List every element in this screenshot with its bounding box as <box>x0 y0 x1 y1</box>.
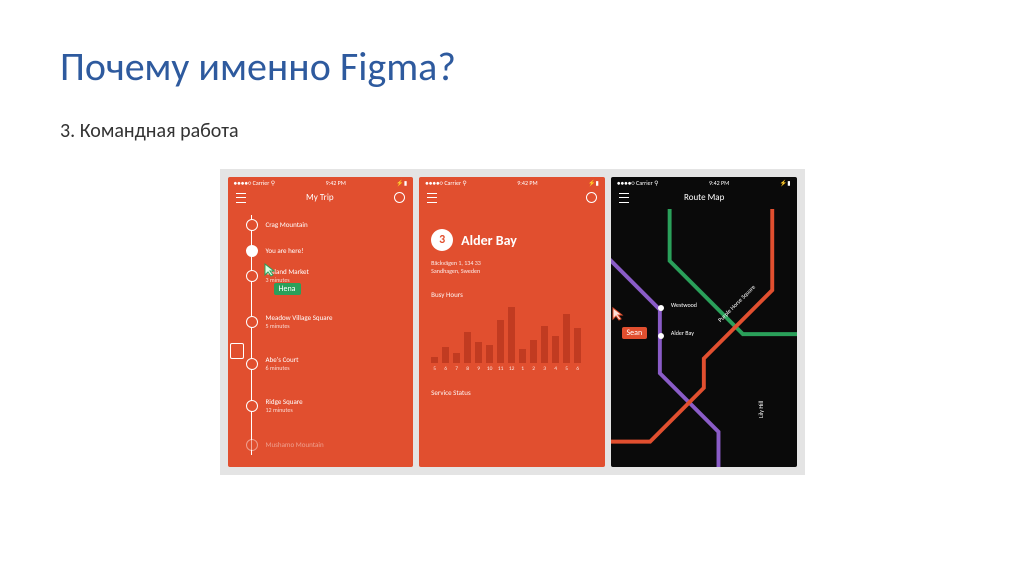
carrier-text: ●●●●○ Carrier ⚲ <box>617 179 659 187</box>
bar <box>442 347 449 362</box>
list-item[interactable]: Meadow Village Square5 minutes <box>246 313 333 330</box>
map-label: Lily Hill <box>757 401 765 418</box>
cursor-label: Sean <box>622 327 648 339</box>
stop-name: Mushamo Mountain <box>266 440 324 449</box>
bar <box>475 342 482 363</box>
station-dot[interactable] <box>658 305 664 311</box>
stop-name: Abe's Court <box>266 355 299 364</box>
slide-title: Почему именно Figma? <box>60 42 964 91</box>
battery-icon: ⚡▮ <box>396 179 407 187</box>
menu-icon[interactable] <box>427 193 437 203</box>
bar <box>464 332 471 363</box>
tick-label: 1 <box>519 366 526 372</box>
stop-name: You are here! <box>266 246 304 255</box>
station-heading: 3 Alder Bay <box>431 229 605 251</box>
tick-label: 6 <box>442 366 449 372</box>
section-label: Service Status <box>431 388 605 397</box>
tick-label: 5 <box>431 366 438 372</box>
bar <box>563 314 570 362</box>
tick-label: 5 <box>563 366 570 372</box>
tick-label: 11 <box>497 366 504 372</box>
bar <box>453 353 460 363</box>
stop-name: Meadow Village Square <box>266 313 333 322</box>
tick-label: 2 <box>530 366 537 372</box>
bar <box>486 345 493 362</box>
chart-x-axis: 56789101112123456 <box>431 366 605 372</box>
stop-meta: 6 minutes <box>266 364 299 372</box>
bar <box>508 307 515 363</box>
clock-text: 9:42 PM <box>709 179 729 187</box>
slide-subtitle: 3. Командная работа <box>60 119 964 143</box>
bar <box>530 340 537 363</box>
artboard-station-detail: ●●●●○ Carrier ⚲ 9:42 PM ⚡▮ 3 Alder Bay B… <box>419 177 605 467</box>
bar <box>497 320 504 363</box>
status-bar: ●●●●○ Carrier ⚲ 9:42 PM ⚡▮ <box>228 177 414 188</box>
section-label: Busy Hours <box>431 290 605 299</box>
collaborator-cursor-sean: Sean <box>612 307 648 340</box>
menu-icon[interactable] <box>236 193 246 203</box>
clock-text: 9:42 PM <box>517 179 537 187</box>
tram-icon <box>230 343 244 359</box>
stop-name: Ridge Square <box>266 397 303 406</box>
tick-label: 8 <box>464 366 471 372</box>
screen-title: My Trip <box>306 192 334 203</box>
stop-meta: 12 minutes <box>266 406 303 414</box>
list-item[interactable]: Abe's Court6 minutes <box>246 355 299 372</box>
tick-label: 7 <box>453 366 460 372</box>
artboard-timeline: ●●●●○ Carrier ⚲ 9:42 PM ⚡▮ My Trip Crag … <box>228 177 414 467</box>
bar <box>519 349 526 363</box>
cursor-label: Hena <box>274 283 301 295</box>
trip-timeline: Crag Mountain You are here! Ipeland Mark… <box>246 215 414 455</box>
list-item[interactable]: Crag Mountain <box>246 219 308 231</box>
menu-icon[interactable] <box>619 193 629 203</box>
screen-header: Route Map <box>611 188 797 209</box>
stop-meta: 5 minutes <box>266 322 333 330</box>
gear-icon[interactable] <box>394 192 405 203</box>
bar <box>431 357 438 363</box>
map-label: Alder Bay <box>671 329 694 337</box>
list-item[interactable]: You are here! <box>246 245 304 257</box>
tick-label: 3 <box>541 366 548 372</box>
battery-icon: ⚡▮ <box>588 179 599 187</box>
screen-header <box>419 188 605 209</box>
screen-title: Route Map <box>684 192 724 203</box>
list-item[interactable]: Mushamo Mountain <box>246 439 324 451</box>
station-address: Bäckvägen 1, 134 33 Sandhagen, Sweden <box>431 259 605 276</box>
bar <box>541 326 548 363</box>
map-label: Westwood <box>671 301 697 309</box>
station-name: Alder Bay <box>461 232 517 249</box>
tick-label: 12 <box>508 366 515 372</box>
list-item[interactable]: Ridge Square12 minutes <box>246 397 303 414</box>
bar <box>574 328 581 363</box>
battery-icon: ⚡▮ <box>780 179 791 187</box>
tick-label: 6 <box>574 366 581 372</box>
station-dot[interactable] <box>658 333 664 339</box>
busy-hours-chart <box>431 305 605 363</box>
figma-canvas: ●●●●○ Carrier ⚲ 9:42 PM ⚡▮ My Trip Crag … <box>220 169 805 475</box>
status-bar: ●●●●○ Carrier ⚲ 9:42 PM ⚡▮ <box>419 177 605 188</box>
carrier-text: ●●●●○ Carrier ⚲ <box>234 179 276 187</box>
address-line: Sandhagen, Sweden <box>431 267 605 275</box>
tick-label: 10 <box>486 366 493 372</box>
tick-label: 9 <box>475 366 482 372</box>
gear-icon[interactable] <box>586 192 597 203</box>
address-line: Bäckvägen 1, 134 33 <box>431 259 605 267</box>
collaborator-cursor-hena: Hena <box>264 263 301 296</box>
status-bar: ●●●●○ Carrier ⚲ 9:42 PM ⚡▮ <box>611 177 797 188</box>
line-badge: 3 <box>431 229 453 251</box>
bar <box>552 336 559 363</box>
stop-name: Crag Mountain <box>266 220 308 229</box>
clock-text: 9:42 PM <box>326 179 346 187</box>
tick-label: 4 <box>552 366 559 372</box>
carrier-text: ●●●●○ Carrier ⚲ <box>425 179 467 187</box>
screen-header: My Trip <box>228 188 414 209</box>
